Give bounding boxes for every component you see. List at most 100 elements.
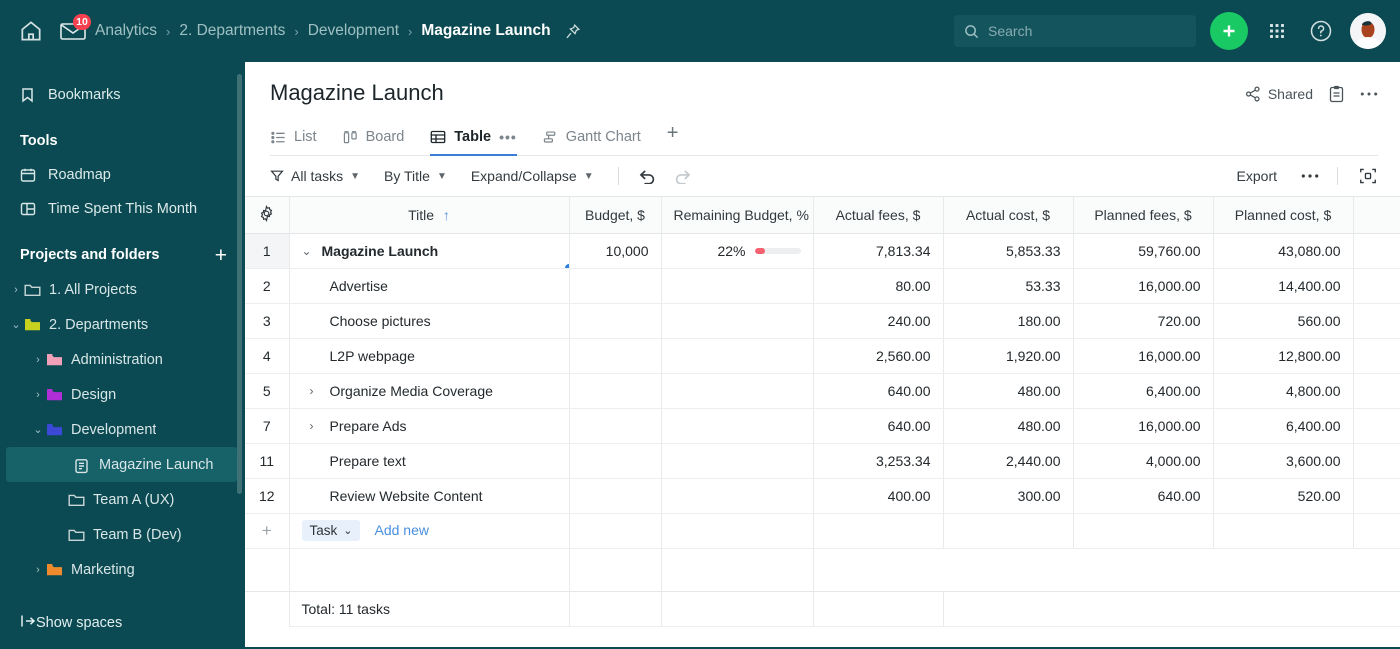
row-chevron-right-icon[interactable]: › — [310, 419, 330, 433]
table-row[interactable]: 1 ⌄ Magazine Launch 10,000 22% 7,813.34 5,853.… — [245, 233, 1400, 269]
column-header-planned-cost[interactable]: Planned cost, $ — [1213, 197, 1354, 234]
table-settings-gear[interactable] — [245, 197, 290, 234]
undo-button[interactable] — [639, 169, 656, 184]
cell-remaining-budget[interactable] — [661, 443, 814, 479]
add-project-button[interactable]: + — [215, 245, 227, 266]
create-new-button[interactable] — [1210, 12, 1248, 50]
column-header-planned-fees[interactable]: Planned fees, $ — [1073, 197, 1214, 234]
expand-collapse-dropdown[interactable]: Expand/Collapse ▼ — [471, 168, 594, 184]
sidebar-item-bookmarks[interactable]: Bookmarks — [0, 78, 245, 112]
column-header-title[interactable]: Title ↑ — [289, 197, 570, 234]
cell-title[interactable]: › Prepare Ads — [289, 408, 570, 444]
toolbar-more-button[interactable] — [1301, 173, 1319, 179]
sort-by-title-dropdown[interactable]: By Title ▼ — [384, 168, 447, 184]
sidebar-tree-item-marketing[interactable]: › Marketing — [0, 552, 245, 587]
cell-planned-fees[interactable]: 6,400.00 — [1073, 373, 1214, 409]
cell-title[interactable]: Prepare text — [289, 443, 570, 479]
chevron-right-icon[interactable]: › — [30, 564, 46, 576]
sidebar-item-time-spent[interactable]: Time Spent This Month — [0, 192, 245, 226]
row-chevron-right-icon[interactable]: › — [310, 384, 330, 398]
filter-all-tasks-dropdown[interactable]: All tasks ▼ — [270, 168, 360, 184]
pin-icon[interactable] — [564, 23, 581, 40]
cell-actual-cost[interactable]: 5,853.33 — [943, 233, 1074, 269]
cell-actual-cost[interactable]: 2,440.00 — [943, 443, 1074, 479]
cell-planned-cost[interactable]: 43,080.00 — [1213, 233, 1354, 269]
cell-planned-cost[interactable]: 3,600.00 — [1213, 443, 1354, 479]
chevron-down-icon[interactable]: ⌄ — [30, 423, 46, 436]
cell-actual-cost[interactable]: 480.00 — [943, 408, 1074, 444]
breadcrumb-item-analytics[interactable]: Analytics — [95, 22, 157, 40]
table-row[interactable]: 4 L2P webpage 2,560.00 1,920.00 16,000.00 12,… — [245, 338, 1400, 374]
fullscreen-button[interactable] — [1358, 166, 1378, 186]
chevron-right-icon[interactable]: › — [30, 354, 46, 366]
cell-budget[interactable] — [569, 268, 662, 304]
table-row[interactable]: 5 › Organize Media Coverage 640.00 480.00 6,4… — [245, 373, 1400, 409]
show-spaces-button[interactable]: Show spaces — [0, 595, 245, 649]
column-header-actual-cost[interactable]: Actual cost, $ — [943, 197, 1074, 234]
cell-title[interactable]: Choose pictures — [289, 303, 570, 339]
table-row[interactable]: 12 Review Website Content 400.00 300.00 640.… — [245, 478, 1400, 514]
cell-budget[interactable] — [569, 478, 662, 514]
cell-planned-fees[interactable]: 59,760.00 — [1073, 233, 1214, 269]
sidebar-tree-item-2-departments[interactable]: ⌄ 2. Departments — [0, 307, 245, 342]
cell-actual-fees[interactable]: 7,813.34 — [813, 233, 944, 269]
search-input[interactable]: Search — [954, 15, 1196, 47]
cell-budget[interactable] — [569, 373, 662, 409]
column-header-budget[interactable]: Budget, $ — [569, 197, 662, 234]
cell-planned-fees[interactable]: 16,000.00 — [1073, 338, 1214, 374]
cell-remaining-budget[interactable] — [661, 338, 814, 374]
chevron-right-icon[interactable]: › — [8, 284, 24, 296]
cell-title[interactable]: › Organize Media Coverage — [289, 373, 570, 409]
cell-planned-cost[interactable]: 14,400.00 — [1213, 268, 1354, 304]
cell-planned-cost[interactable]: 520.00 — [1213, 478, 1354, 514]
sidebar-item-roadmap[interactable]: Roadmap — [0, 158, 245, 192]
cell-title[interactable]: Advertise — [289, 268, 570, 304]
sidebar-tree-item-magazine-launch[interactable]: Magazine Launch — [6, 447, 237, 482]
cell-actual-fees[interactable]: 240.00 — [813, 303, 944, 339]
cell-budget[interactable] — [569, 303, 662, 339]
clipboard-button[interactable] — [1329, 85, 1344, 103]
column-header-remaining-budget[interactable]: Remaining Budget, % — [661, 197, 814, 234]
cell-remaining-budget[interactable] — [661, 478, 814, 514]
sidebar-tree-item-administration[interactable]: › Administration — [0, 342, 245, 377]
tab-list[interactable]: List — [271, 129, 317, 155]
cell-planned-cost[interactable]: 12,800.00 — [1213, 338, 1354, 374]
cell-actual-cost[interactable]: 300.00 — [943, 478, 1074, 514]
apps-menu-button[interactable] — [1262, 16, 1292, 46]
cell-remaining-budget[interactable] — [661, 268, 814, 304]
redo-button[interactable] — [674, 169, 691, 184]
shared-button[interactable]: Shared — [1245, 86, 1313, 102]
row-chevron-down-icon[interactable]: ⌄ — [302, 244, 322, 258]
cell-title[interactable]: Review Website Content — [289, 478, 570, 514]
tab-table[interactable]: Table ••• — [430, 129, 517, 156]
cell-actual-cost[interactable]: 1,920.00 — [943, 338, 1074, 374]
help-button[interactable] — [1306, 16, 1336, 46]
user-avatar[interactable] — [1350, 13, 1386, 49]
chevron-right-icon[interactable]: › — [30, 389, 46, 401]
cell-actual-fees[interactable]: 400.00 — [813, 478, 944, 514]
cell-remaining-budget[interactable] — [661, 373, 814, 409]
cell-actual-fees[interactable]: 640.00 — [813, 373, 944, 409]
tab-gantt-chart[interactable]: Gantt Chart — [543, 129, 641, 155]
cell-planned-cost[interactable]: 560.00 — [1213, 303, 1354, 339]
cell-remaining-budget[interactable] — [661, 408, 814, 444]
add-new-button[interactable]: Add new — [374, 522, 428, 538]
sidebar-tree-item-development[interactable]: ⌄ Development — [0, 412, 245, 447]
cell-planned-fees[interactable]: 640.00 — [1073, 478, 1214, 514]
column-header-actual-fees[interactable]: Actual fees, $ — [813, 197, 944, 234]
add-task-row[interactable]: + Task ⌄ Add new — [245, 513, 1400, 549]
sidebar-tree-item-1-all-projects[interactable]: › 1. All Projects — [0, 272, 245, 307]
cell-remaining-budget[interactable] — [661, 303, 814, 339]
chevron-down-icon[interactable]: ⌄ — [8, 318, 24, 331]
tab-table-more-icon[interactable]: ••• — [499, 129, 517, 145]
cell-actual-fees[interactable]: 3,253.34 — [813, 443, 944, 479]
cell-actual-cost[interactable]: 480.00 — [943, 373, 1074, 409]
breadcrumb-item-departments[interactable]: 2. Departments — [179, 22, 285, 40]
cell-planned-fees[interactable]: 720.00 — [1073, 303, 1214, 339]
sidebar-tree-item-design[interactable]: › Design — [0, 377, 245, 412]
table-row[interactable]: 11 Prepare text 3,253.34 2,440.00 4,000.00 3,… — [245, 443, 1400, 479]
cell-actual-cost[interactable]: 53.33 — [943, 268, 1074, 304]
mail-notifications-button[interactable]: 10 — [60, 14, 91, 41]
cell-title[interactable]: ⌄ Magazine Launch — [289, 233, 570, 269]
home-icon[interactable] — [18, 18, 44, 44]
